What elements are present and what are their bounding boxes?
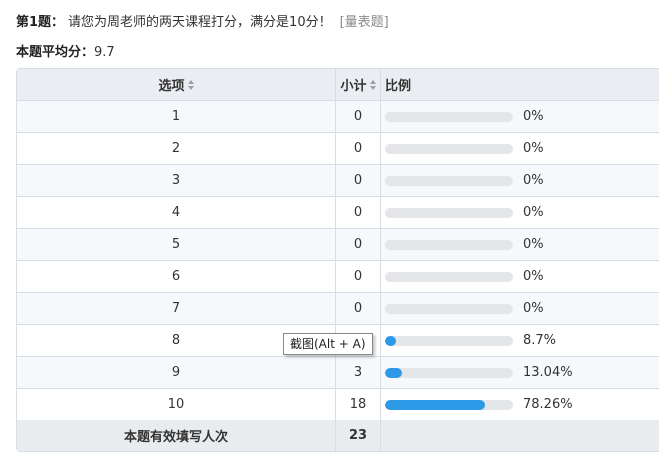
table-row: 7 0 0% <box>17 293 659 325</box>
progress-bar <box>385 367 513 378</box>
percent-label: 0% <box>523 141 544 156</box>
option-cell: 2 <box>17 133 336 164</box>
question-type-link[interactable]: [量表题] <box>340 15 389 30</box>
progress-bar <box>385 111 513 122</box>
ratio-cell: 78.26% <box>381 389 659 420</box>
option-cell: 1 <box>17 101 336 132</box>
option-cell: 7 <box>17 293 336 324</box>
question-text: 请您为周老师的两天课程打分，满分是10分！ <box>68 15 332 30</box>
count-cell: 0 <box>336 261 381 292</box>
count-cell: 3 <box>336 357 381 388</box>
table-row: 6 0 0% <box>17 261 659 293</box>
count-cell: 0 <box>336 133 381 164</box>
option-cell: 6 <box>17 261 336 292</box>
header-count-label: 小计 <box>340 79 367 94</box>
ratio-cell: 0% <box>381 197 659 228</box>
progress-bar <box>385 207 513 218</box>
option-cell: 3 <box>17 165 336 196</box>
ratio-cell: 0% <box>381 165 659 196</box>
ratio-cell: 0% <box>381 293 659 324</box>
count-cell: 0 <box>336 165 381 196</box>
progress-bar <box>385 271 513 282</box>
footer-empty <box>381 420 659 451</box>
footer-label: 本题有效填写人次 <box>17 420 336 451</box>
screenshot-tooltip: 截图(Alt + A) <box>283 333 373 355</box>
header-count[interactable]: 小计 <box>336 69 381 100</box>
table-row: 1 0 0% <box>17 101 659 133</box>
count-cell: 18 <box>336 389 381 420</box>
question-number: 第1题： <box>16 15 65 30</box>
ratio-cell: 0% <box>381 261 659 292</box>
percent-label: 0% <box>523 205 544 220</box>
average-value: 9.7 <box>94 45 115 60</box>
percent-label: 0% <box>523 301 544 316</box>
survey-result-panel: 第1题： 请您为周老师的两天课程打分，满分是10分！ [量表题] 本题平均分：9.7… <box>0 0 659 456</box>
footer-total: 23 <box>336 420 381 451</box>
progress-bar-fill <box>385 399 486 410</box>
percent-label: 0% <box>523 269 544 284</box>
option-cell: 4 <box>17 197 336 228</box>
option-cell: 9 <box>17 357 336 388</box>
ratio-cell: 0% <box>381 133 659 164</box>
header-ratio-label: 比例 <box>385 79 412 94</box>
table-row: 4 0 0% <box>17 197 659 229</box>
progress-bar <box>385 239 513 250</box>
percent-label: 0% <box>523 237 544 252</box>
count-cell: 0 <box>336 101 381 132</box>
question-title: 第1题： 请您为周老师的两天课程打分，满分是10分！ [量表题] <box>16 14 389 32</box>
ratio-cell: 13.04% <box>381 357 659 388</box>
progress-bar <box>385 175 513 186</box>
progress-bar-fill <box>385 367 402 378</box>
ratio-cell: 0% <box>381 229 659 260</box>
header-option[interactable]: 选项 <box>17 69 336 100</box>
count-cell: 0 <box>336 197 381 228</box>
table-row: 2 0 0% <box>17 133 659 165</box>
table-row: 10 18 78.26% <box>17 389 659 420</box>
percent-label: 0% <box>523 173 544 188</box>
ratio-cell: 8.7% <box>381 325 659 356</box>
table-row: 5 0 0% <box>17 229 659 261</box>
table-row: 9 3 13.04% <box>17 357 659 389</box>
header-option-label: 选项 <box>158 79 185 94</box>
percent-label: 78.26% <box>523 397 573 412</box>
progress-bar <box>385 399 513 410</box>
option-cell: 5 <box>17 229 336 260</box>
ratio-cell: 0% <box>381 101 659 132</box>
table-header-row: 选项 小计 比例 <box>17 69 659 101</box>
table-footer-row: 本题有效填写人次 23 <box>17 420 659 451</box>
percent-label: 0% <box>523 109 544 124</box>
percent-label: 8.7% <box>523 333 557 348</box>
option-cell: 10 <box>17 389 336 420</box>
progress-bar <box>385 335 513 346</box>
sort-icon[interactable] <box>369 79 376 90</box>
progress-bar-fill <box>385 335 397 346</box>
progress-bar <box>385 143 513 154</box>
count-cell: 0 <box>336 293 381 324</box>
average-score: 本题平均分：9.7 <box>16 44 115 62</box>
count-cell: 0 <box>336 229 381 260</box>
header-ratio: 比例 <box>381 69 659 100</box>
average-label: 本题平均分： <box>16 45 95 60</box>
sort-icon[interactable] <box>187 79 194 90</box>
result-table: 选项 小计 比例 1 0 0% 2 0 0% 3 0 0% 4 0 0% 5 0 0% 6 0 0% 7 0 0% 8 8.… <box>16 68 659 452</box>
percent-label: 13.04% <box>523 365 573 380</box>
progress-bar <box>385 303 513 314</box>
table-row: 3 0 0% <box>17 165 659 197</box>
